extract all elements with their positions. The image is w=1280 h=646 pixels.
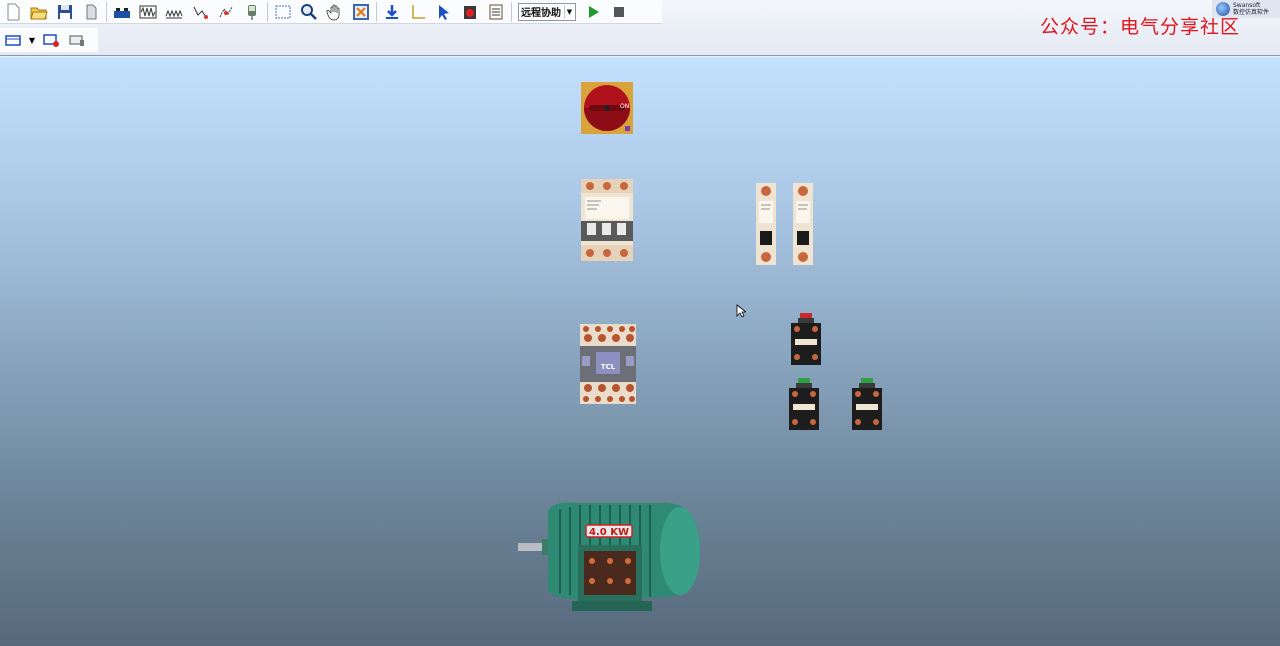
pointer-icon[interactable] <box>431 1 457 23</box>
panel-settings-icon[interactable] <box>64 29 90 51</box>
pan-hand-icon[interactable] <box>322 1 348 23</box>
download-icon[interactable] <box>379 1 405 23</box>
mouse-cursor-icon <box>736 303 748 322</box>
meter-icon[interactable] <box>239 1 265 23</box>
globe-icon <box>1216 2 1230 16</box>
toolbar-separator <box>376 1 377 22</box>
load-icon[interactable] <box>161 1 187 23</box>
chevron-down-icon[interactable]: ▼ <box>564 4 574 19</box>
single-pole-breaker[interactable] <box>756 183 776 265</box>
chevron-down-icon[interactable]: ▼ <box>26 29 38 51</box>
brand-subtitle: 数控仿真软件 <box>1233 9 1270 16</box>
fit-view-icon[interactable] <box>348 1 374 23</box>
panel-icon[interactable] <box>0 29 26 51</box>
single-pole-breaker[interactable] <box>793 183 813 265</box>
toolbar-separator <box>106 1 107 22</box>
panel-add-icon[interactable] <box>38 29 64 51</box>
stop-icon[interactable] <box>606 1 632 23</box>
voltage-probe-icon[interactable] <box>187 1 213 23</box>
brand-name: Swansoft <box>1233 2 1261 9</box>
axis-icon[interactable] <box>405 1 431 23</box>
red-pushbutton[interactable] <box>791 313 821 365</box>
toolbar-area: 远程协助 ▼ ▼ 公众号：电气分享社区 Swansoft 数控仿真软件 <box>0 0 1280 56</box>
save-icon[interactable] <box>52 1 78 23</box>
simulation-canvas[interactable]: ON TCL 4.0 KW <box>0 57 1280 646</box>
remote-assist-dropdown[interactable]: 远程协助 ▼ <box>518 2 576 21</box>
power-supply-icon[interactable] <box>109 1 135 23</box>
ac-contactor[interactable]: TCL <box>580 324 636 404</box>
record-icon[interactable] <box>457 1 483 23</box>
three-pole-circuit-breaker[interactable] <box>581 179 633 261</box>
green-pushbutton[interactable] <box>852 378 882 430</box>
list-icon[interactable] <box>483 1 509 23</box>
select-rect-icon[interactable] <box>270 1 296 23</box>
open-folder-icon[interactable] <box>26 1 52 23</box>
export-icon[interactable] <box>78 1 104 23</box>
resistor-icon[interactable] <box>135 1 161 23</box>
rotary-isolator-switch[interactable]: ON <box>581 82 633 134</box>
watermark-text: 公众号：电气分享社区 <box>1040 16 1241 38</box>
secondary-toolbar: ▼ <box>0 28 98 52</box>
svg-text:ON: ON <box>620 103 629 110</box>
toolbar-separator <box>267 1 268 22</box>
main-toolbar: 远程协助 ▼ <box>0 0 662 24</box>
remote-assist-label: 远程协助 <box>521 8 561 19</box>
play-icon[interactable] <box>580 1 606 23</box>
new-file-icon[interactable] <box>0 1 26 23</box>
three-phase-motor[interactable]: 4.0 KW <box>518 501 702 613</box>
current-probe-icon[interactable] <box>213 1 239 23</box>
contactor-brand-label: TCL <box>601 363 616 371</box>
brand-logo: Swansoft 数控仿真软件 <box>1212 0 1280 18</box>
zoom-icon[interactable] <box>296 1 322 23</box>
motor-rating-label: 4.0 KW <box>589 527 629 538</box>
green-pushbutton[interactable] <box>789 378 819 430</box>
toolbar-separator <box>511 1 512 22</box>
